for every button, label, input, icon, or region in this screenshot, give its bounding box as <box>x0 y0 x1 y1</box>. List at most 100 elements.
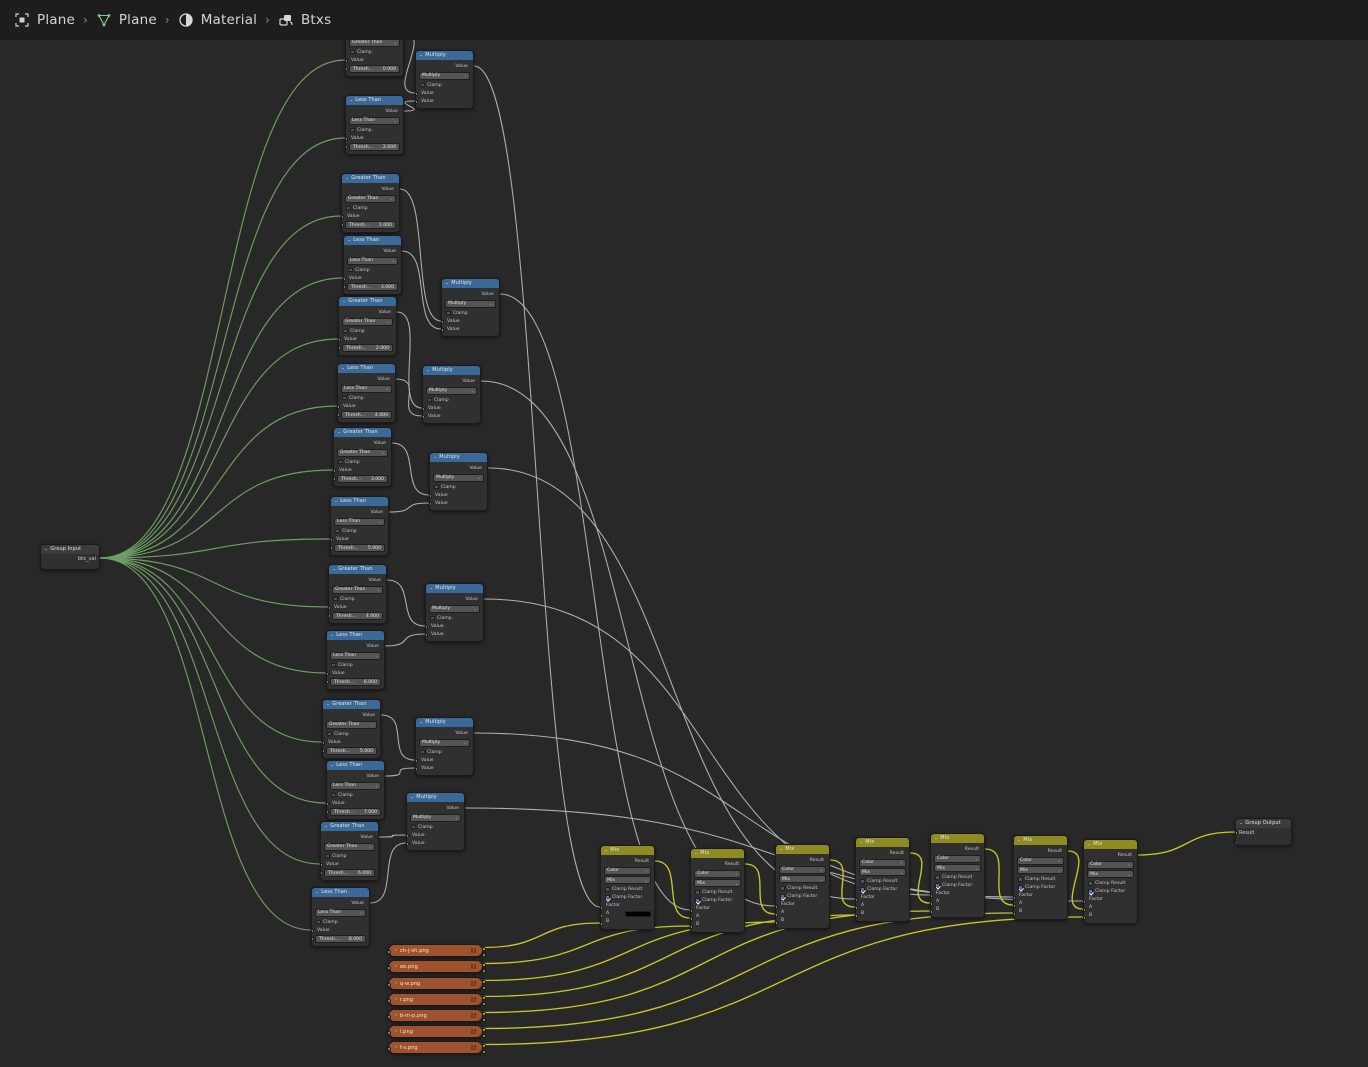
clamp-factor-checkbox[interactable] <box>935 883 940 888</box>
node-multiply-m5[interactable]: ⌄MultiplyValueMultiply⌄ClampValueValue <box>425 583 484 642</box>
blendmode-dropdown[interactable]: Mix⌄ <box>859 868 906 876</box>
collapse-triangle-icon[interactable]: ⌄ <box>1239 822 1243 826</box>
operation-dropdown[interactable]: Multiply⌄ <box>426 387 477 395</box>
clamp-checkbox-row[interactable]: Clamp <box>345 204 396 212</box>
operation-dropdown[interactable]: Less Than⌄ <box>347 257 398 265</box>
output-socket-alpha[interactable] <box>482 1050 486 1054</box>
clamp-checkbox[interactable] <box>348 268 353 273</box>
blendmode-dropdown[interactable]: Mix⌄ <box>779 875 826 883</box>
node-header[interactable]: ⌄Multiply <box>423 366 480 375</box>
output-socket[interactable] <box>380 714 381 718</box>
node-compare-gt6[interactable]: ⌄Greater ThanValueGreater Than⌄ClampValu… <box>320 821 379 881</box>
clamp-result-checkbox[interactable] <box>860 879 865 884</box>
operation-dropdown[interactable]: Multiply⌄ <box>429 605 480 613</box>
datatype-dropdown[interactable]: Color⌄ <box>604 867 651 875</box>
input-socket-vector[interactable] <box>387 1031 391 1035</box>
node-compare-lt4[interactable]: ⌄Less ThanValueLess Than⌄ClampValueThres… <box>337 363 396 423</box>
clamp-checkbox[interactable] <box>335 529 340 534</box>
datatype-dropdown[interactable]: Color⌄ <box>1017 857 1064 865</box>
operation-dropdown[interactable]: Multiply⌄ <box>419 72 470 80</box>
node-header[interactable]: ⌄Mix <box>776 845 829 854</box>
collapse-triangle-icon[interactable]: ⌄ <box>859 841 863 845</box>
threshold-field[interactable]: Thresh…0.000 <box>349 65 400 73</box>
clamp-checkbox[interactable] <box>333 597 338 602</box>
collapse-triangle-icon[interactable]: ⌄ <box>1017 839 1021 843</box>
clamp-checkbox-row[interactable]: Clamp <box>342 327 393 335</box>
operation-dropdown[interactable]: Greater Than⌄ <box>324 843 375 851</box>
node-header[interactable]: ⌄Mix <box>931 834 984 843</box>
color-swatch[interactable] <box>625 911 651 917</box>
threshold-field[interactable]: Thresh…6.000 <box>324 869 375 877</box>
operation-dropdown[interactable]: Multiply⌄ <box>433 474 484 482</box>
clamp-result-row[interactable]: Clamp Result <box>604 886 651 894</box>
clamp-checkbox-row[interactable]: Clamp <box>429 614 480 622</box>
node-multiply-m2[interactable]: ⌄MultiplyValueMultiply⌄ClampValueValue <box>441 278 500 337</box>
output-socket[interactable] <box>399 188 400 192</box>
clamp-factor-checkbox[interactable] <box>860 887 865 892</box>
collapse-triangle-icon[interactable]: ⌄ <box>779 848 783 852</box>
node-compare-gt4[interactable]: ⌄Greater ThanValueGreater Than⌄ClampValu… <box>328 564 387 624</box>
collapse-triangle-icon[interactable]: ⌄ <box>315 891 319 895</box>
clamp-result-checkbox[interactable] <box>695 890 700 895</box>
collapse-triangle-icon[interactable]: ⌄ <box>934 837 938 841</box>
output-socket[interactable] <box>391 442 392 446</box>
threshold-field[interactable]: Thresh…3.000 <box>337 475 388 483</box>
threshold-field[interactable]: Thresh…5.000 <box>326 747 377 755</box>
collapse-triangle-icon[interactable]: ⌄ <box>330 634 334 638</box>
output-socket[interactable] <box>378 836 379 840</box>
collapse-triangle-icon[interactable]: ⌄ <box>326 703 330 707</box>
clamp-checkbox-row[interactable]: Clamp <box>349 126 400 134</box>
blendmode-dropdown[interactable]: Mix⌄ <box>1017 866 1064 874</box>
node-image-texture-t1[interactable]: ›ch-j-sh.png <box>388 944 483 957</box>
node-header[interactable]: ⌄Greater Than <box>334 428 391 437</box>
node-mix-mix2[interactable]: ⌄MixResultColor⌄Mix⌄Clamp ResultClamp Fa… <box>690 848 745 933</box>
clamp-checkbox-row[interactable]: Clamp <box>347 266 398 274</box>
node-image-texture-t2[interactable]: ›ee.png <box>388 960 483 973</box>
node-header[interactable]: ⌄Greater Than <box>321 822 378 831</box>
clamp-factor-row[interactable]: Clamp Factor <box>859 886 906 894</box>
collapse-triangle-icon[interactable]: ⌄ <box>324 825 328 829</box>
node-header[interactable]: ⌄Mix <box>601 846 654 855</box>
node-image-texture-t7[interactable]: ›f-s.png <box>388 1041 483 1054</box>
threshold-field[interactable]: Thresh…2.000 <box>349 143 400 151</box>
operation-dropdown[interactable]: Less Than⌄ <box>334 518 385 526</box>
clamp-result-row[interactable]: Clamp Result <box>694 889 741 897</box>
output-socket[interactable] <box>480 380 481 384</box>
collapse-triangle-icon[interactable]: ⌄ <box>419 54 423 58</box>
output-socket[interactable] <box>464 807 465 811</box>
clamp-checkbox-row[interactable]: Clamp <box>330 791 381 799</box>
node-multiply-m1[interactable]: ⌄MultiplyValueMultiply⌄ClampValueValue <box>415 50 474 109</box>
clamp-checkbox[interactable] <box>346 206 351 211</box>
input-socket-vector[interactable] <box>387 966 391 970</box>
operation-dropdown[interactable]: Less Than⌄ <box>349 117 400 125</box>
threshold-field[interactable]: Thresh…3.000 <box>347 283 398 291</box>
expand-triangle-icon[interactable]: › <box>395 998 397 1002</box>
clamp-checkbox[interactable] <box>338 460 343 465</box>
clamp-checkbox[interactable] <box>331 663 336 668</box>
node-header[interactable]: ⌄Greater Than <box>339 297 396 306</box>
breadcrumb-item-btxs[interactable]: Btxs <box>278 12 331 28</box>
collapse-triangle-icon[interactable]: ⌄ <box>1087 843 1091 847</box>
collapse-triangle-icon[interactable]: ⌄ <box>604 849 608 853</box>
output-socket-extra[interactable] <box>99 566 100 570</box>
output-socket[interactable] <box>384 775 385 779</box>
clamp-result-row[interactable]: Clamp Result <box>1087 880 1134 888</box>
operation-dropdown[interactable]: Greater Than⌄ <box>326 721 377 729</box>
clamp-checkbox[interactable] <box>420 83 425 88</box>
node-header[interactable]: ⌄Multiply <box>416 51 473 60</box>
operation-dropdown[interactable]: Multiply⌄ <box>445 300 496 308</box>
clamp-checkbox-row[interactable]: Clamp <box>433 483 484 491</box>
clamp-checkbox-row[interactable]: Clamp <box>419 81 470 89</box>
clamp-checkbox-row[interactable]: Clamp <box>337 458 388 466</box>
clamp-result-row[interactable]: Clamp Result <box>1017 876 1064 884</box>
expand-triangle-icon[interactable]: › <box>395 1030 397 1034</box>
output-socket[interactable] <box>386 579 387 583</box>
breadcrumb-item-plane[interactable]: Plane <box>14 12 75 28</box>
datatype-dropdown[interactable]: Color⌄ <box>859 859 906 867</box>
output-socket-alpha[interactable] <box>482 953 486 957</box>
operation-dropdown[interactable]: Less Than⌄ <box>330 782 381 790</box>
clamp-checkbox-row[interactable]: Clamp <box>334 527 385 535</box>
datatype-dropdown[interactable]: Color⌄ <box>1087 861 1134 869</box>
node-header[interactable]: ⌄Mix <box>691 849 744 858</box>
output-socket-result[interactable] <box>1137 854 1138 858</box>
